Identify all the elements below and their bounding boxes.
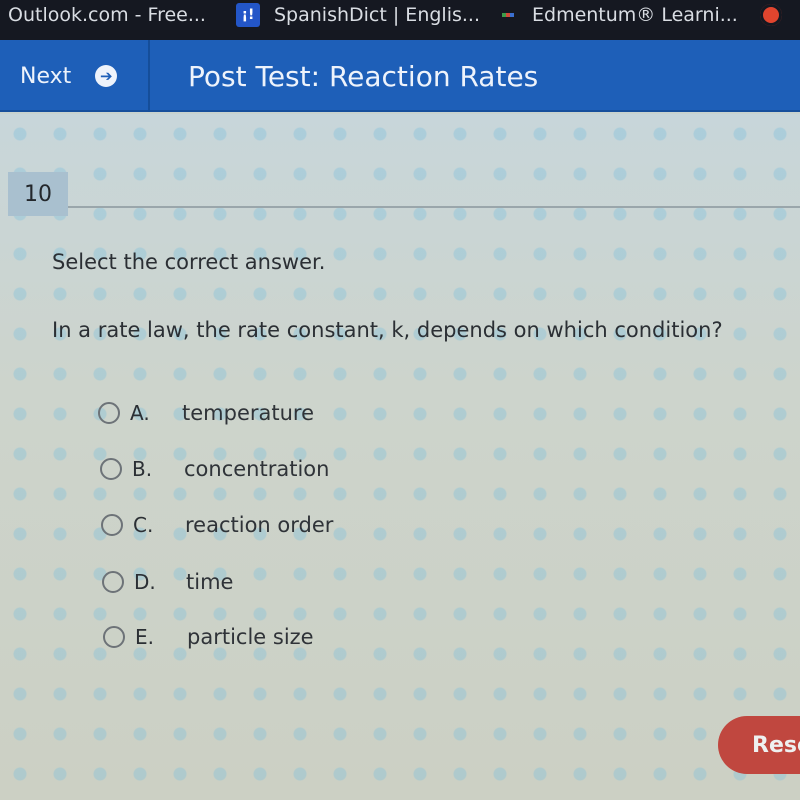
bookmark-outlook[interactable]: Outlook.com - Free... (8, 0, 206, 30)
radio-button[interactable] (100, 458, 122, 480)
test-header: Next ➔ Post Test: Reaction Rates (0, 40, 800, 112)
edmentum-icon (502, 13, 514, 17)
bookmark-label: SpanishDict | Englis... (274, 4, 480, 26)
option-letter: D. (134, 570, 156, 594)
option-text: concentration (184, 457, 330, 481)
question-prompt: In a rate law, the rate constant, k, dep… (52, 318, 723, 342)
option-c[interactable]: C. reaction order (101, 510, 333, 540)
next-label: Next (20, 63, 72, 89)
option-e[interactable]: E. particle size (103, 622, 314, 652)
radio-button[interactable] (102, 571, 124, 593)
option-text: particle size (187, 625, 314, 649)
radio-button[interactable] (98, 402, 120, 424)
reset-button[interactable]: Reset (718, 716, 800, 774)
extension-icon (760, 4, 782, 26)
option-a[interactable]: A. temperature (98, 398, 314, 428)
option-letter: C. (133, 513, 154, 537)
option-d[interactable]: D. time (102, 567, 233, 597)
reset-label: Reset (752, 732, 800, 758)
option-text: reaction order (185, 513, 334, 537)
radio-button[interactable] (103, 626, 125, 648)
arrow-right-circle-icon: ➔ (95, 65, 118, 87)
page-title: Post Test: Reaction Rates (188, 59, 539, 93)
option-b[interactable]: B. concentration (100, 454, 329, 484)
bookmark-edmentum[interactable]: Edmentum® Learni... (502, 0, 738, 30)
option-text: time (186, 570, 234, 594)
option-letter: A. (130, 401, 150, 425)
question-instruction: Select the correct answer. (52, 250, 326, 274)
bookmarks-bar: Outlook.com - Free... ¡! SpanishDict | E… (0, 0, 800, 40)
bookmark-label: Edmentum® Learni... (532, 4, 738, 26)
option-letter: E. (135, 625, 154, 649)
option-letter: B. (132, 457, 153, 481)
option-text: temperature (182, 401, 314, 425)
question-panel: 10 Select the correct answer. In a rate … (0, 114, 800, 800)
next-button[interactable]: Next ➔ (0, 40, 150, 112)
bookmark-extension[interactable] (760, 0, 782, 30)
spanishdict-icon: ¡! (236, 3, 260, 27)
question-number: 10 (8, 172, 68, 216)
radio-button[interactable] (101, 514, 123, 536)
divider (68, 206, 800, 208)
bookmark-label: Outlook.com - Free... (8, 4, 206, 26)
bookmark-spanishdict[interactable]: ¡! SpanishDict | Englis... (236, 0, 480, 30)
